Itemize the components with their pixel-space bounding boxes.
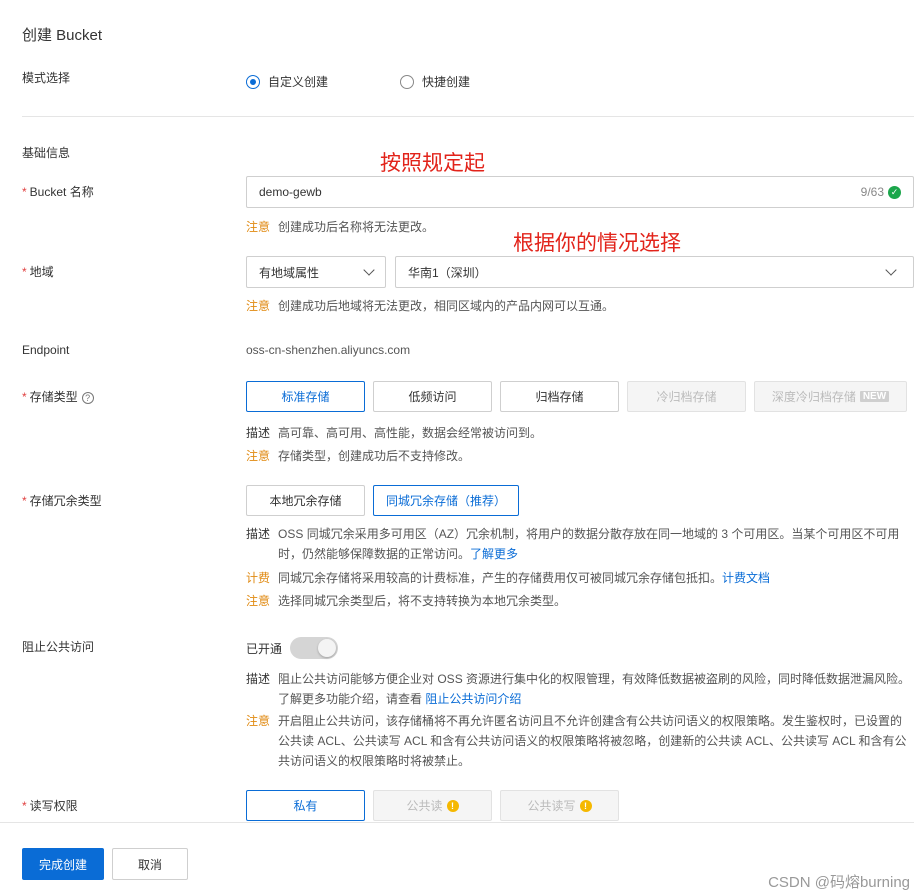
bucket-name-counter: 9/63 — [860, 185, 884, 199]
region-attr-value: 有地域属性 — [259, 265, 320, 280]
annotation-naming: 按照规定起 — [380, 151, 485, 175]
region-note: 注意 创建成功后地域将无法更改，相同区域内的产品内网可以互通。 — [246, 299, 615, 313]
bucket-name-label: * Bucket 名称 — [22, 185, 94, 199]
redundancy-option-lrs[interactable]: 本地冗余存储 — [246, 485, 365, 516]
learn-more-link[interactable]: 了解更多 — [470, 547, 518, 561]
block-public-toggle[interactable] — [290, 637, 339, 659]
acl-option-public-read-write: 公共读写! — [500, 790, 619, 821]
storage-option-ia[interactable]: 低频访问 — [373, 381, 492, 412]
acl-option-public-read: 公共读! — [373, 790, 492, 821]
radio-quick-label: 快捷创建 — [422, 75, 471, 89]
watermark: CSDN @码熔burning — [768, 874, 910, 891]
region-value: 华南1（深圳） — [408, 265, 487, 280]
chevron-down-icon — [885, 264, 897, 276]
radio-dot-icon — [246, 74, 260, 89]
region-select[interactable]: 华南1（深圳） — [395, 256, 914, 288]
storage-option-standard[interactable]: 标准存储 — [246, 381, 365, 412]
bucket-name-input[interactable]: demo-gewb 9/63 ✓ — [246, 176, 914, 208]
block-public-note: 注意 开启阻止公共访问，该存储桶将不再允许匿名访问且不允许创建含有公共访问语义的… — [246, 714, 907, 768]
footer-divider — [0, 822, 914, 823]
storage-option-deep-cold-archive: 深度冷归档存储 NEW — [754, 381, 907, 412]
fee-doc-link[interactable]: 计费文档 — [722, 571, 770, 585]
block-public-label: 阻止公共访问 — [22, 640, 95, 654]
bucket-name-note: 注意 创建成功后名称将无法更改。 — [246, 220, 435, 234]
acl-option-private[interactable]: 私有 — [246, 790, 365, 821]
section-basic-info: 基础信息 — [22, 146, 71, 160]
help-icon[interactable]: ? — [81, 392, 94, 404]
endpoint-value: oss-cn-shenzhen.aliyuncs.com — [246, 343, 411, 357]
acl-label: * 读写权限 — [22, 799, 78, 813]
redundancy-label: * 存储冗余类型 — [22, 494, 102, 508]
divider — [22, 116, 914, 117]
block-public-intro-link[interactable]: 阻止公共访问介绍 — [425, 692, 521, 706]
confirm-create-button[interactable]: 完成创建 — [22, 848, 104, 880]
block-public-desc: 描述 阻止公共访问能够方便企业对 OSS 资源进行集中化的权限管理，有效降低数据… — [246, 672, 911, 706]
endpoint-label: Endpoint — [22, 343, 70, 357]
radio-custom-label: 自定义创建 — [268, 75, 329, 89]
warning-icon: ! — [446, 799, 459, 812]
region-attr-select[interactable]: 有地域属性 — [246, 256, 386, 288]
mode-label: 模式选择 — [22, 71, 71, 85]
chevron-down-icon — [363, 264, 375, 276]
radio-custom-create[interactable]: 自定义创建 — [246, 73, 328, 90]
redundancy-desc: 描述 OSS 同城冗余采用多可用区（AZ）冗余机制，将用户的数据分散存放在同一地… — [246, 527, 900, 561]
block-public-status: 已开通 — [246, 641, 283, 656]
check-circle-icon: ✓ — [888, 185, 901, 199]
storage-class-note: 注意 存储类型，创建成功后不支持修改。 — [246, 449, 471, 463]
storage-class-desc: 描述 高可靠、高可用、高性能，数据会经常被访问到。 — [246, 426, 543, 440]
radio-dot-icon — [400, 74, 414, 89]
region-label: * 地域 — [22, 265, 54, 279]
redundancy-option-zrs[interactable]: 同城冗余存储（推荐） — [373, 485, 519, 516]
cancel-button[interactable]: 取消 — [112, 848, 188, 880]
warning-icon: ! — [579, 799, 592, 812]
radio-quick-create[interactable]: 快捷创建 — [400, 73, 470, 90]
storage-option-cold-archive: 冷归档存储 — [627, 381, 746, 412]
storage-option-archive[interactable]: 归档存储 — [500, 381, 619, 412]
redundancy-fee: 计费 同城冗余存储将采用较高的计费标准，产生的存储费用仅可被同城冗余存储包抵扣。计… — [246, 571, 771, 585]
bucket-name-value: demo-gewb — [259, 185, 322, 199]
block-public-switch-row: 已开通 — [246, 637, 339, 659]
page-title: 创建 Bucket — [22, 27, 103, 44]
redundancy-note: 注意 选择同城冗余类型后，将不支持转换为本地冗余类型。 — [246, 594, 567, 608]
annotation-choose: 根据你的情况选择 — [513, 231, 681, 255]
storage-class-label: * 存储类型? — [22, 388, 94, 405]
new-badge: NEW — [859, 391, 890, 402]
